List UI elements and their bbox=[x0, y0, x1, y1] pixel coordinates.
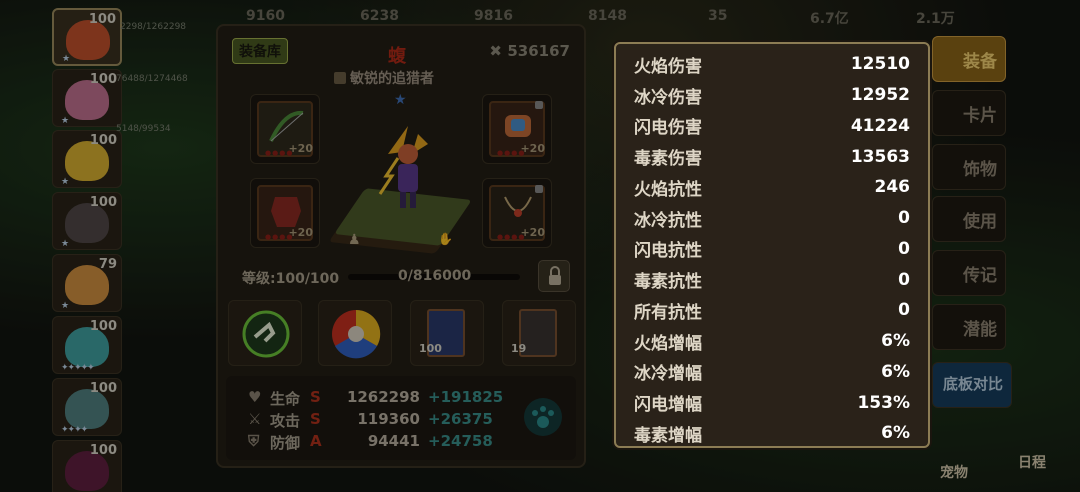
stat-line: 毒素增幅 6% bbox=[634, 418, 910, 449]
stat-line: 闪电抗性 0 bbox=[634, 234, 910, 265]
stat-val: 6% bbox=[881, 423, 910, 444]
stat-val: 6% bbox=[881, 361, 910, 382]
stat-line: 毒素抗性 0 bbox=[634, 264, 910, 295]
stat-key: 冰冷伤害 bbox=[634, 87, 702, 108]
stat-val: 12952 bbox=[850, 85, 910, 106]
stat-val: 153% bbox=[857, 392, 910, 413]
elemental-stats-popup: 火焰伤害 12510 冰冷伤害 12952 闪电伤害 41224 毒素伤害 13563 … bbox=[614, 42, 930, 448]
stat-line: 闪电增幅 153% bbox=[634, 387, 910, 418]
stat-key: 冰冷增幅 bbox=[634, 364, 702, 385]
stat-line: 冰冷抗性 0 bbox=[634, 203, 910, 234]
stat-line: 冰冷伤害 12952 bbox=[634, 80, 910, 111]
stat-key: 火焰增幅 bbox=[634, 333, 702, 354]
stat-key: 火焰伤害 bbox=[634, 56, 702, 77]
stat-val: 246 bbox=[874, 177, 911, 198]
stat-key: 毒素伤害 bbox=[634, 149, 702, 170]
stat-val: 0 bbox=[898, 208, 910, 229]
stat-line: 所有抗性 0 bbox=[634, 295, 910, 326]
stat-line: 冰冷增幅 6% bbox=[634, 357, 910, 388]
stat-key: 冰冷抗性 bbox=[634, 210, 702, 231]
stat-key: 毒素抗性 bbox=[634, 272, 702, 293]
stat-val: 0 bbox=[898, 269, 910, 290]
stat-val: 13563 bbox=[850, 146, 910, 167]
stat-key: 所有抗性 bbox=[634, 302, 702, 323]
stat-key: 毒素增幅 bbox=[634, 425, 702, 446]
stat-val: 6% bbox=[881, 331, 910, 352]
stat-val: 41224 bbox=[850, 115, 910, 136]
stat-key: 闪电增幅 bbox=[634, 395, 702, 416]
stat-line: 火焰伤害 12510 bbox=[634, 49, 910, 80]
stat-val: 12510 bbox=[850, 54, 910, 75]
stat-val: 0 bbox=[898, 238, 910, 259]
pet-button[interactable]: 宠物 bbox=[940, 462, 968, 482]
stat-line: 闪电伤害 41224 bbox=[634, 111, 910, 142]
stat-line: 毒素伤害 13563 bbox=[634, 141, 910, 172]
stat-key: 闪电抗性 bbox=[634, 241, 702, 262]
stat-key: 火焰抗性 bbox=[634, 179, 702, 200]
stat-key: 闪电伤害 bbox=[634, 118, 702, 139]
stat-line: 火焰抗性 246 bbox=[634, 172, 910, 203]
schedule-button[interactable]: 日程 bbox=[1018, 452, 1046, 472]
stat-line: 火焰增幅 6% bbox=[634, 326, 910, 357]
stat-val: 0 bbox=[898, 300, 910, 321]
